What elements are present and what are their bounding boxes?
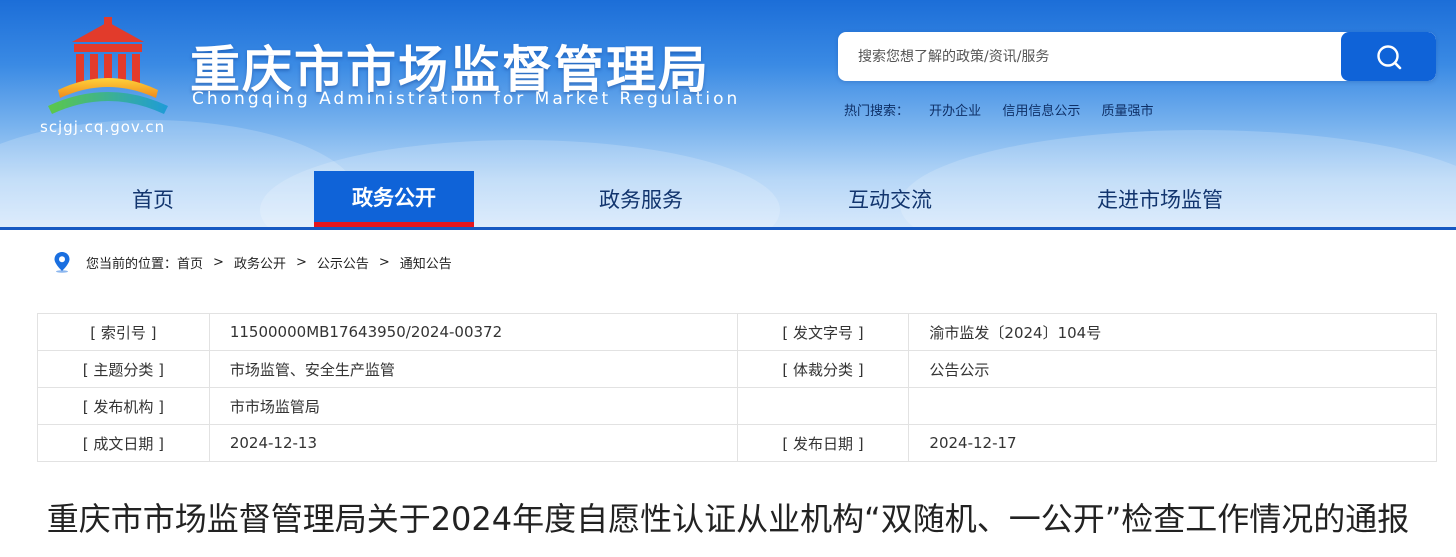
hot-search-link[interactable]: 开办企业 xyxy=(929,104,981,119)
breadcrumb-separator: > xyxy=(213,254,224,270)
meta-value: 市场监管、安全生产监管 xyxy=(208,350,738,388)
meta-label: [ 发文字号 ] xyxy=(736,313,910,351)
nav-item-about-market-regulation[interactable]: 走进市场监管 xyxy=(1075,171,1245,227)
meta-value: 渝市监发〔2024〕104号 xyxy=(908,313,1437,351)
hot-search: 热门搜索： 开办企业 信用信息公示 质量强市 xyxy=(844,100,1170,119)
meta-label: [ 体裁分类 ] xyxy=(736,350,910,388)
table-row: [ 主题分类 ] 市场监管、安全生产监管 [ 体裁分类 ] 公告公示 xyxy=(37,350,1437,388)
location-pin-icon xyxy=(54,252,70,273)
search-box xyxy=(838,32,1436,81)
search-input[interactable] xyxy=(838,32,1341,81)
breadcrumb-separator: > xyxy=(295,254,307,270)
meta-value xyxy=(908,387,1437,425)
hot-search-label: 热门搜索： xyxy=(844,104,910,119)
site-logo-icon xyxy=(48,17,168,114)
nav-divider xyxy=(0,227,1456,230)
breadcrumb-link-home[interactable]: 首页 xyxy=(177,253,203,272)
search-icon xyxy=(1376,44,1401,69)
breadcrumb-prefix: 您当前的位置： xyxy=(86,256,178,272)
nav-item-home[interactable]: 首页 xyxy=(78,171,228,227)
site-subtitle: Chongqing Administration for Market Regu… xyxy=(192,89,741,109)
table-row: [ 索引号 ] 11500000MB17643950/2024-00372 [ … xyxy=(37,313,1437,351)
breadcrumb-link-government-affairs[interactable]: 政务公开 xyxy=(234,253,286,272)
search-button[interactable] xyxy=(1341,32,1436,81)
meta-label: [ 主题分类 ] xyxy=(37,350,210,388)
meta-label: [ 索引号 ] xyxy=(37,313,210,351)
meta-label: [ 发布机构 ] xyxy=(37,387,210,425)
site-domain: scjgj.cq.gov.cn xyxy=(40,118,166,136)
nav-item-interaction[interactable]: 互动交流 xyxy=(815,171,965,227)
breadcrumb-link-announcements[interactable]: 公示公告 xyxy=(317,253,369,272)
nav-item-government-affairs-disclosure[interactable]: 政务公开 xyxy=(314,171,474,227)
meta-value: 公告公示 xyxy=(908,350,1437,388)
site-header: scjgj.cq.gov.cn 重庆市市场监督管理局 Chongqing Adm… xyxy=(0,0,1456,230)
breadcrumb-separator: > xyxy=(378,254,390,270)
main-nav: 首页 政务公开 政务服务 互动交流 走进市场监管 xyxy=(0,171,1456,227)
breadcrumb: 您当前的位置： 首页 > 政务公开 > 公示公告 > 通知公告 xyxy=(52,251,452,273)
hot-search-link[interactable]: 质量强市 xyxy=(1101,104,1153,119)
table-row: [ 成文日期 ] 2024-12-13 [ 发布日期 ] 2024-12-17 xyxy=(37,424,1437,462)
breadcrumb-link-notices[interactable]: 通知公告 xyxy=(400,253,452,272)
hot-search-link[interactable]: 信用信息公示 xyxy=(1002,104,1080,119)
meta-value: 市市场监管局 xyxy=(208,387,738,425)
article-title: 重庆市市场监督管理局关于2024年度自愿性认证从业机构“双随机、一公开”检查工作… xyxy=(46,500,1410,538)
meta-label: [ 发布日期 ] xyxy=(736,424,910,462)
table-row: [ 发布机构 ] 市市场监管局 xyxy=(37,387,1437,425)
meta-value: 2024-12-17 xyxy=(908,424,1437,462)
document-meta-table: [ 索引号 ] 11500000MB17643950/2024-00372 [ … xyxy=(37,313,1437,462)
meta-value: 11500000MB17643950/2024-00372 xyxy=(208,313,738,351)
nav-item-government-services[interactable]: 政务服务 xyxy=(566,171,716,227)
meta-label: [ 成文日期 ] xyxy=(37,424,210,462)
meta-label xyxy=(736,387,910,425)
meta-value: 2024-12-13 xyxy=(208,424,738,462)
